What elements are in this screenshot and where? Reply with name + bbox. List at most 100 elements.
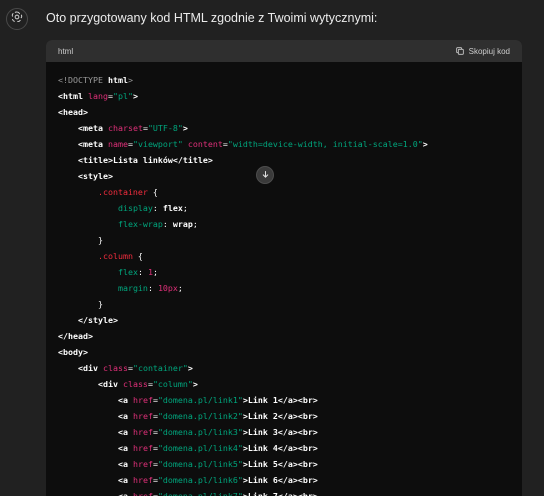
code-token: <title> (77, 155, 113, 165)
code-line: <body> (58, 344, 522, 360)
copy-code-label: Skopiuj kod (468, 46, 510, 56)
code-language-label: html (58, 46, 74, 56)
code-token: Link 5 (247, 459, 278, 469)
code-token: Link 2 (247, 411, 278, 421)
code-token: <a (117, 427, 133, 437)
code-token: "container" (132, 363, 188, 373)
code-token: flex (162, 203, 183, 213)
openai-logo-icon (10, 10, 24, 29)
code-token: href (132, 491, 153, 496)
code-line: } (58, 232, 522, 248)
code-token: </head> (58, 331, 93, 341)
code-token: : (137, 267, 148, 277)
code-line: <a href="domena.pl/link5">Link 5</a><br> (58, 456, 522, 472)
code-token: </a><br> (277, 411, 318, 421)
code-token: <style> (77, 171, 113, 181)
code-token: { (132, 251, 143, 261)
code-token: href (132, 427, 153, 437)
code-line: <a href="domena.pl/link1">Link 1</a><br> (58, 392, 522, 408)
code-token: "domena.pl/link3" (157, 427, 243, 437)
code-token: Link 6 (247, 475, 278, 485)
code-token: : (147, 283, 158, 293)
code-line: flex-wrap: wrap; (58, 216, 522, 232)
code-token: Lista linków (112, 155, 173, 165)
code-token: ; (192, 219, 198, 229)
code-line: <a href="domena.pl/link3">Link 3</a><br> (58, 424, 522, 440)
code-token: display (117, 203, 153, 213)
code-token: href (132, 411, 153, 421)
code-line: .container { (58, 184, 522, 200)
code-token: : (162, 219, 173, 229)
copy-code-button[interactable]: Skopiuj kod (455, 46, 510, 56)
code-token: <a (117, 443, 133, 453)
copy-icon (455, 46, 465, 56)
code-token: "domena.pl/link1" (157, 395, 243, 405)
code-token: <a (117, 491, 133, 496)
code-token: > (422, 139, 428, 149)
code-token: href (132, 443, 153, 453)
code-token: ; (182, 203, 188, 213)
code-content[interactable]: <!DOCTYPE html> <html lang="pl"> <head> <m… (46, 62, 522, 496)
code-token: <meta (77, 123, 108, 133)
code-token: </a><br> (277, 395, 318, 405)
code-line: <meta name="viewport" content="width=dev… (58, 136, 522, 152)
code-token: 10px (157, 283, 178, 293)
code-line: flex: 1; (58, 264, 522, 280)
code-token: ; (152, 267, 158, 277)
code-token: <a (117, 459, 133, 469)
code-line: <head> (58, 104, 522, 120)
code-token: "domena.pl/link7" (157, 491, 243, 496)
code-token: margin (117, 283, 148, 293)
code-token: <!DOCTYPE (58, 75, 108, 85)
code-token: <a (117, 475, 133, 485)
code-token: </a><br> (277, 491, 318, 496)
code-token: "viewport" (132, 139, 183, 149)
code-line: <a href="domena.pl/link7">Link 7</a><br> (58, 488, 522, 496)
code-token: > (132, 91, 138, 101)
code-token: ; (177, 283, 183, 293)
code-line: <div class="container"> (58, 360, 522, 376)
code-token: "UTF-8" (147, 123, 183, 133)
code-line: margin: 10px; (58, 280, 522, 296)
code-block: html Skopiuj kod <!DOCTYPE html> <html la… (46, 40, 522, 496)
code-token: class (102, 363, 128, 373)
code-token: charset (107, 123, 143, 133)
code-token: : (152, 203, 163, 213)
code-line: } (58, 296, 522, 312)
code-token: Link 3 (247, 427, 278, 437)
code-token: "pl" (112, 91, 133, 101)
assistant-message-text: Oto przygotowany kod HTML zgodnie z Twoi… (46, 11, 378, 25)
code-token: "column" (152, 379, 193, 389)
code-token: Link 1 (247, 395, 278, 405)
code-token: > (187, 363, 193, 373)
code-line: <html lang="pl"> (58, 88, 522, 104)
scroll-to-bottom-button[interactable] (256, 166, 274, 184)
code-token: </a><br> (277, 475, 318, 485)
code-token: <div (77, 363, 103, 373)
code-token: <body> (58, 347, 88, 357)
code-line: .column { (58, 248, 522, 264)
code-token: "domena.pl/link4" (157, 443, 243, 453)
code-token: <a (117, 395, 133, 405)
code-token: flex (117, 267, 138, 277)
code-line: </style> (58, 312, 522, 328)
code-token: Link 4 (247, 443, 278, 453)
code-token: name (107, 139, 128, 149)
assistant-avatar (6, 8, 28, 30)
